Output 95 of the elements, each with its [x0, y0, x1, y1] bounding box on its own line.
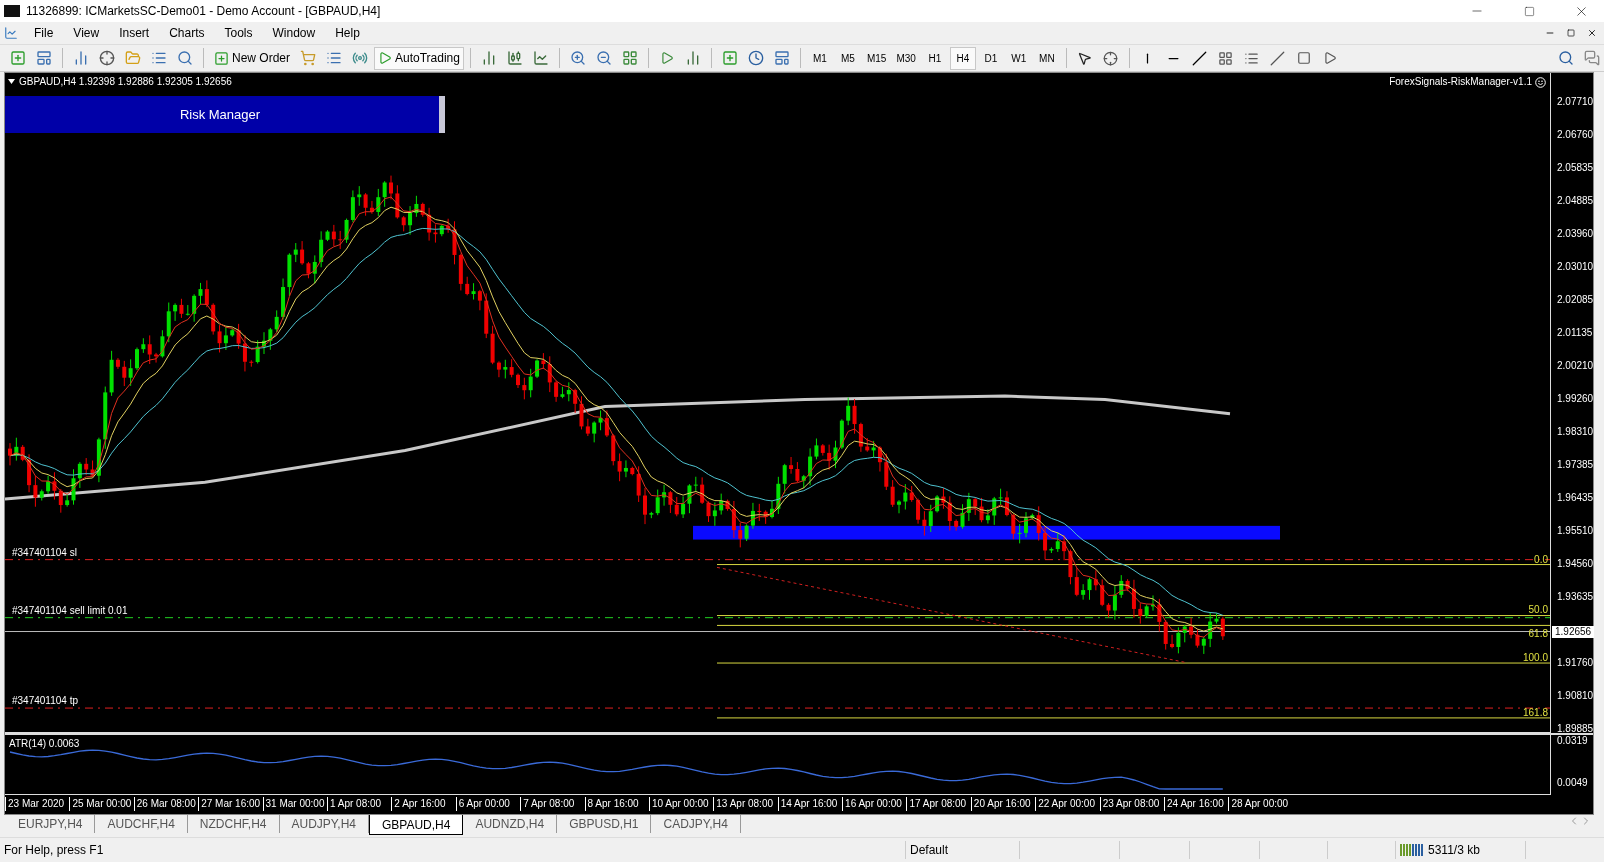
price-tick: 1.99260: [1557, 393, 1594, 405]
play-icon: [378, 51, 392, 65]
time-label: 10 Apr 00:00: [648, 797, 714, 811]
connection-bars-icon: [1400, 844, 1424, 856]
window-title: 11326899: ICMarketsSC-Demo01 - Demo Account - [GBPAUD,H4]: [26, 4, 382, 18]
time-label: 14 Apr 16:00: [777, 797, 843, 811]
time-label: 23 Apr 08:00: [1099, 797, 1165, 811]
chart-tab[interactable]: GBPAUD,H4: [369, 815, 464, 835]
price-tick: 1.96435: [1557, 492, 1594, 504]
time-label: 28 Apr 00:00: [1228, 797, 1293, 811]
time-label: 7 Apr 08:00: [520, 797, 585, 811]
chart-tab[interactable]: NZDCHF,H4: [187, 815, 280, 833]
time-label: 20 Apr 16:00: [970, 797, 1036, 811]
price-tick: 1.95510: [1557, 525, 1594, 537]
price-tick: 2.03960: [1557, 228, 1594, 240]
indicator-tick: 0.0319: [1557, 735, 1588, 747]
timeframe-button[interactable]: D1: [977, 46, 1004, 70]
time-label: 24 Apr 16:00: [1164, 797, 1229, 811]
fibonacci-level: 50.0: [1528, 603, 1548, 616]
time-label: 16 Apr 00:00: [842, 797, 907, 811]
timeframe-button[interactable]: H1: [921, 46, 948, 70]
chart-window-icon[interactable]: [4, 26, 18, 40]
time-label: 25 Mar 00:00: [69, 797, 134, 811]
price-tick: 1.93635: [1557, 591, 1594, 603]
price-tick: 2.01135: [1557, 327, 1593, 339]
menu-item[interactable]: Help: [325, 26, 370, 40]
order-label: #347401104 tp: [12, 695, 78, 708]
timeframe-button[interactable]: H4: [949, 46, 976, 70]
price-tick: 2.02085: [1557, 294, 1594, 306]
current-price-tag: 1.92656: [1552, 625, 1595, 638]
autotrading-button[interactable]: AutoTrading: [374, 46, 464, 70]
indicator-label: ATR(14) 0.0063: [9, 738, 80, 750]
order-label: #347401104 sl: [12, 546, 77, 559]
time-label: 26 Mar 08:00: [133, 797, 199, 811]
timeframe-button[interactable]: M30: [892, 46, 920, 70]
time-label: 1 Apr 08:00: [326, 797, 392, 811]
panel-handle[interactable]: [439, 96, 445, 133]
risk-manager-panel[interactable]: Risk Manager: [5, 96, 445, 133]
fibonacci-level: 100.0: [1522, 652, 1548, 665]
fibonacci-level: 0.0: [1534, 553, 1548, 566]
time-label: 23 Mar 2020: [5, 797, 70, 811]
timeframe-button[interactable]: W1: [1005, 46, 1032, 70]
time-label: 8 Apr 16:00: [584, 797, 649, 811]
price-tick: 2.04885: [1557, 195, 1594, 207]
maximize-icon: [1523, 5, 1535, 17]
menu-item[interactable]: Charts: [159, 26, 215, 40]
price-tick: 1.97385: [1557, 459, 1594, 471]
plus-icon: [214, 50, 229, 66]
timeframe-button[interactable]: M5: [834, 46, 861, 70]
menu-item[interactable]: Window: [262, 26, 326, 40]
fibonacci-level: 161.8: [1522, 706, 1548, 719]
time-label: 17 Apr 08:00: [906, 797, 971, 811]
chart-tab[interactable]: AUDJPY,H4: [279, 815, 369, 833]
chart-tab[interactable]: CADJPY,H4: [651, 815, 741, 833]
expert-name: ForexSignals-RiskManager-v1.1: [1389, 76, 1532, 88]
time-label: 22 Apr 00:00: [1035, 797, 1100, 811]
order-label: #347401104 sell limit 0.01: [12, 604, 128, 617]
price-tick: 2.07710: [1557, 96, 1594, 108]
price-tick: 1.98310: [1557, 426, 1594, 438]
price-tick: 2.05835: [1557, 162, 1594, 174]
timeframe-button[interactable]: M15: [862, 46, 891, 70]
price-tick: 2.06760: [1557, 129, 1594, 141]
time-label: 13 Apr 08:00: [713, 797, 778, 811]
price-tick: 1.94560: [1557, 558, 1594, 570]
status-profile: Default: [910, 843, 949, 857]
status-help: For Help, press F1: [4, 843, 104, 857]
timeframe-button[interactable]: M1: [806, 46, 833, 70]
chart-symbol-info: GBPAUD,H4 1.92398 1.92886 1.92305 1.92656: [19, 76, 232, 87]
panel-title: Risk Manager: [179, 107, 261, 122]
price-tick: 1.91760: [1557, 657, 1594, 669]
price-tick: 1.90810: [1557, 690, 1594, 702]
time-label: 27 Mar 16:00: [198, 797, 263, 811]
menu-item[interactable]: Tools: [214, 26, 263, 40]
new-order-button[interactable]: New Order: [210, 46, 294, 70]
time-label: 31 Mar 00:00: [262, 797, 327, 811]
status-traffic: 5311/3 kb: [1428, 843, 1480, 857]
price-tick: 2.00210: [1557, 360, 1594, 372]
chart-tab[interactable]: EURJPY,H4: [6, 815, 96, 833]
price-tick: 2.03010: [1557, 261, 1594, 273]
time-label: 6 Apr 00:00: [455, 797, 521, 811]
time-label: 2 Apr 16:00: [391, 797, 456, 811]
menu-item[interactable]: View: [63, 26, 110, 40]
dropdown-icon[interactable]: [8, 79, 15, 84]
smiley-icon: [1535, 76, 1546, 88]
restore-icon: [1567, 29, 1575, 37]
menu-item[interactable]: File: [24, 26, 64, 40]
chart-tab[interactable]: GBPUSD,H1: [557, 815, 652, 833]
close-icon: [1587, 28, 1597, 38]
chart-tab[interactable]: AUDNZD,H4: [463, 815, 558, 833]
price-tick: 1.89885: [1557, 723, 1594, 735]
menu-item[interactable]: Insert: [109, 26, 160, 40]
timeframe-button[interactable]: MN: [1033, 46, 1060, 70]
app-icon: [4, 5, 20, 17]
chart-tab[interactable]: AUDCHF,H4: [95, 815, 188, 833]
indicator-tick: 0.0049: [1557, 777, 1588, 789]
